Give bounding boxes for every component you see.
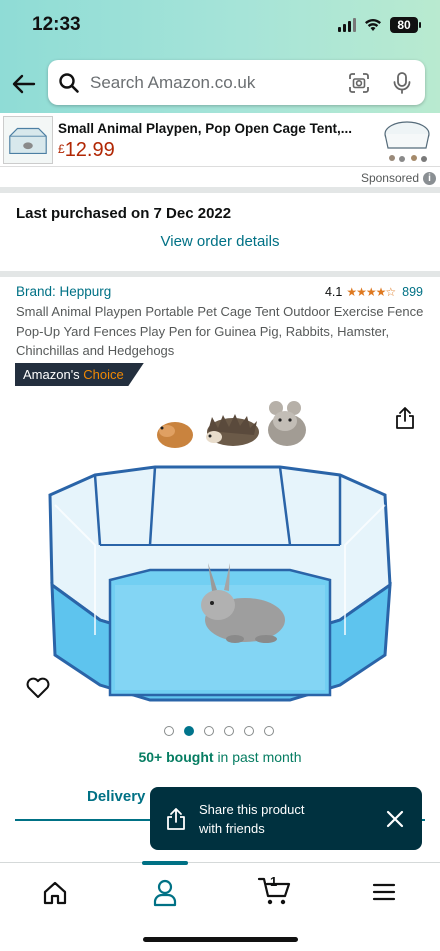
banner-product-image-right (384, 121, 430, 162)
share-icon[interactable] (395, 406, 415, 430)
tab-delivery[interactable]: Delivery (87, 788, 145, 805)
signal-icon (338, 18, 356, 32)
badge-prefix: Amazon's (23, 367, 80, 382)
badge-accent: Choice (83, 367, 124, 382)
carousel-dot[interactable] (224, 726, 234, 736)
search-icon (59, 72, 79, 93)
amazons-choice-badge: Amazon's Choice (15, 363, 144, 386)
toast-line-2: with friends (199, 821, 265, 836)
section-divider (0, 187, 440, 193)
home-icon[interactable] (42, 880, 68, 906)
info-icon[interactable]: i (423, 171, 436, 185)
toast-line-1: Share this product (199, 802, 305, 817)
battery-indicator: 80 (390, 17, 421, 33)
carousel-dot[interactable] (184, 726, 194, 736)
back-arrow-icon[interactable] (10, 70, 38, 98)
banner-title[interactable]: Small Animal Playpen, Pop Open Cage Tent… (58, 121, 352, 136)
toast-message: Share this product with friends (199, 800, 349, 838)
rating-value: 4.1 (324, 285, 343, 299)
banner-product-thumbnail (3, 116, 53, 164)
last-purchased-text: Last purchased on 7 Dec 2022 (16, 205, 232, 222)
camera-icon[interactable] (347, 71, 371, 95)
banner-price-value: 12.99 (64, 139, 115, 161)
carousel-dot[interactable] (164, 726, 174, 736)
rating-summary[interactable]: 4.1 ★★★★☆ 899 (325, 285, 423, 299)
product-title: Small Animal Playpen Portable Pet Cage T… (16, 304, 424, 358)
menu-icon[interactable] (372, 882, 396, 902)
sponsored-label[interactable]: Sponsored i (361, 171, 436, 185)
toast-share-icon (167, 808, 185, 830)
heart-icon[interactable] (25, 676, 51, 700)
carousel-dot[interactable] (204, 726, 214, 736)
banner-price: £12.99 (58, 139, 115, 162)
section-divider (0, 271, 440, 277)
rating-count[interactable]: 899 (402, 285, 423, 299)
mic-icon[interactable] (391, 71, 413, 95)
banner-currency: £ (58, 142, 65, 156)
share-toast[interactable]: Share this product with friends (150, 787, 422, 850)
search-input[interactable]: Search Amazon.co.uk (90, 73, 347, 93)
brand-link[interactable]: Brand: Heppurg (16, 284, 111, 299)
header: 12:33 80 Search Amazon.co.uk (0, 0, 440, 113)
cart-count: 1 (270, 874, 278, 889)
close-icon[interactable] (385, 809, 405, 829)
sponsored-banner[interactable]: Small Animal Playpen, Pop Open Cage Tent… (0, 113, 440, 167)
carousel-dot[interactable] (264, 726, 274, 736)
star-rating-icon: ★★★★☆ (346, 285, 396, 299)
status-time: 12:33 (32, 14, 81, 35)
bought-count: 50+ bought (138, 749, 214, 765)
product-image[interactable] (40, 395, 400, 705)
view-order-details-link[interactable]: View order details (0, 233, 440, 250)
account-icon[interactable] (152, 879, 178, 907)
status-icons: 80 (338, 17, 421, 33)
sponsored-text: Sponsored (360, 171, 419, 185)
bought-period: in past month (217, 749, 302, 765)
wifi-icon (365, 19, 381, 31)
bought-in-past-month: 50+ bought in past month (0, 749, 440, 765)
carousel-dot[interactable] (244, 726, 254, 736)
image-carousel-dots[interactable] (0, 726, 440, 736)
nav-active-indicator (142, 861, 188, 865)
search-bar[interactable]: Search Amazon.co.uk (48, 60, 425, 105)
home-indicator (143, 937, 298, 942)
